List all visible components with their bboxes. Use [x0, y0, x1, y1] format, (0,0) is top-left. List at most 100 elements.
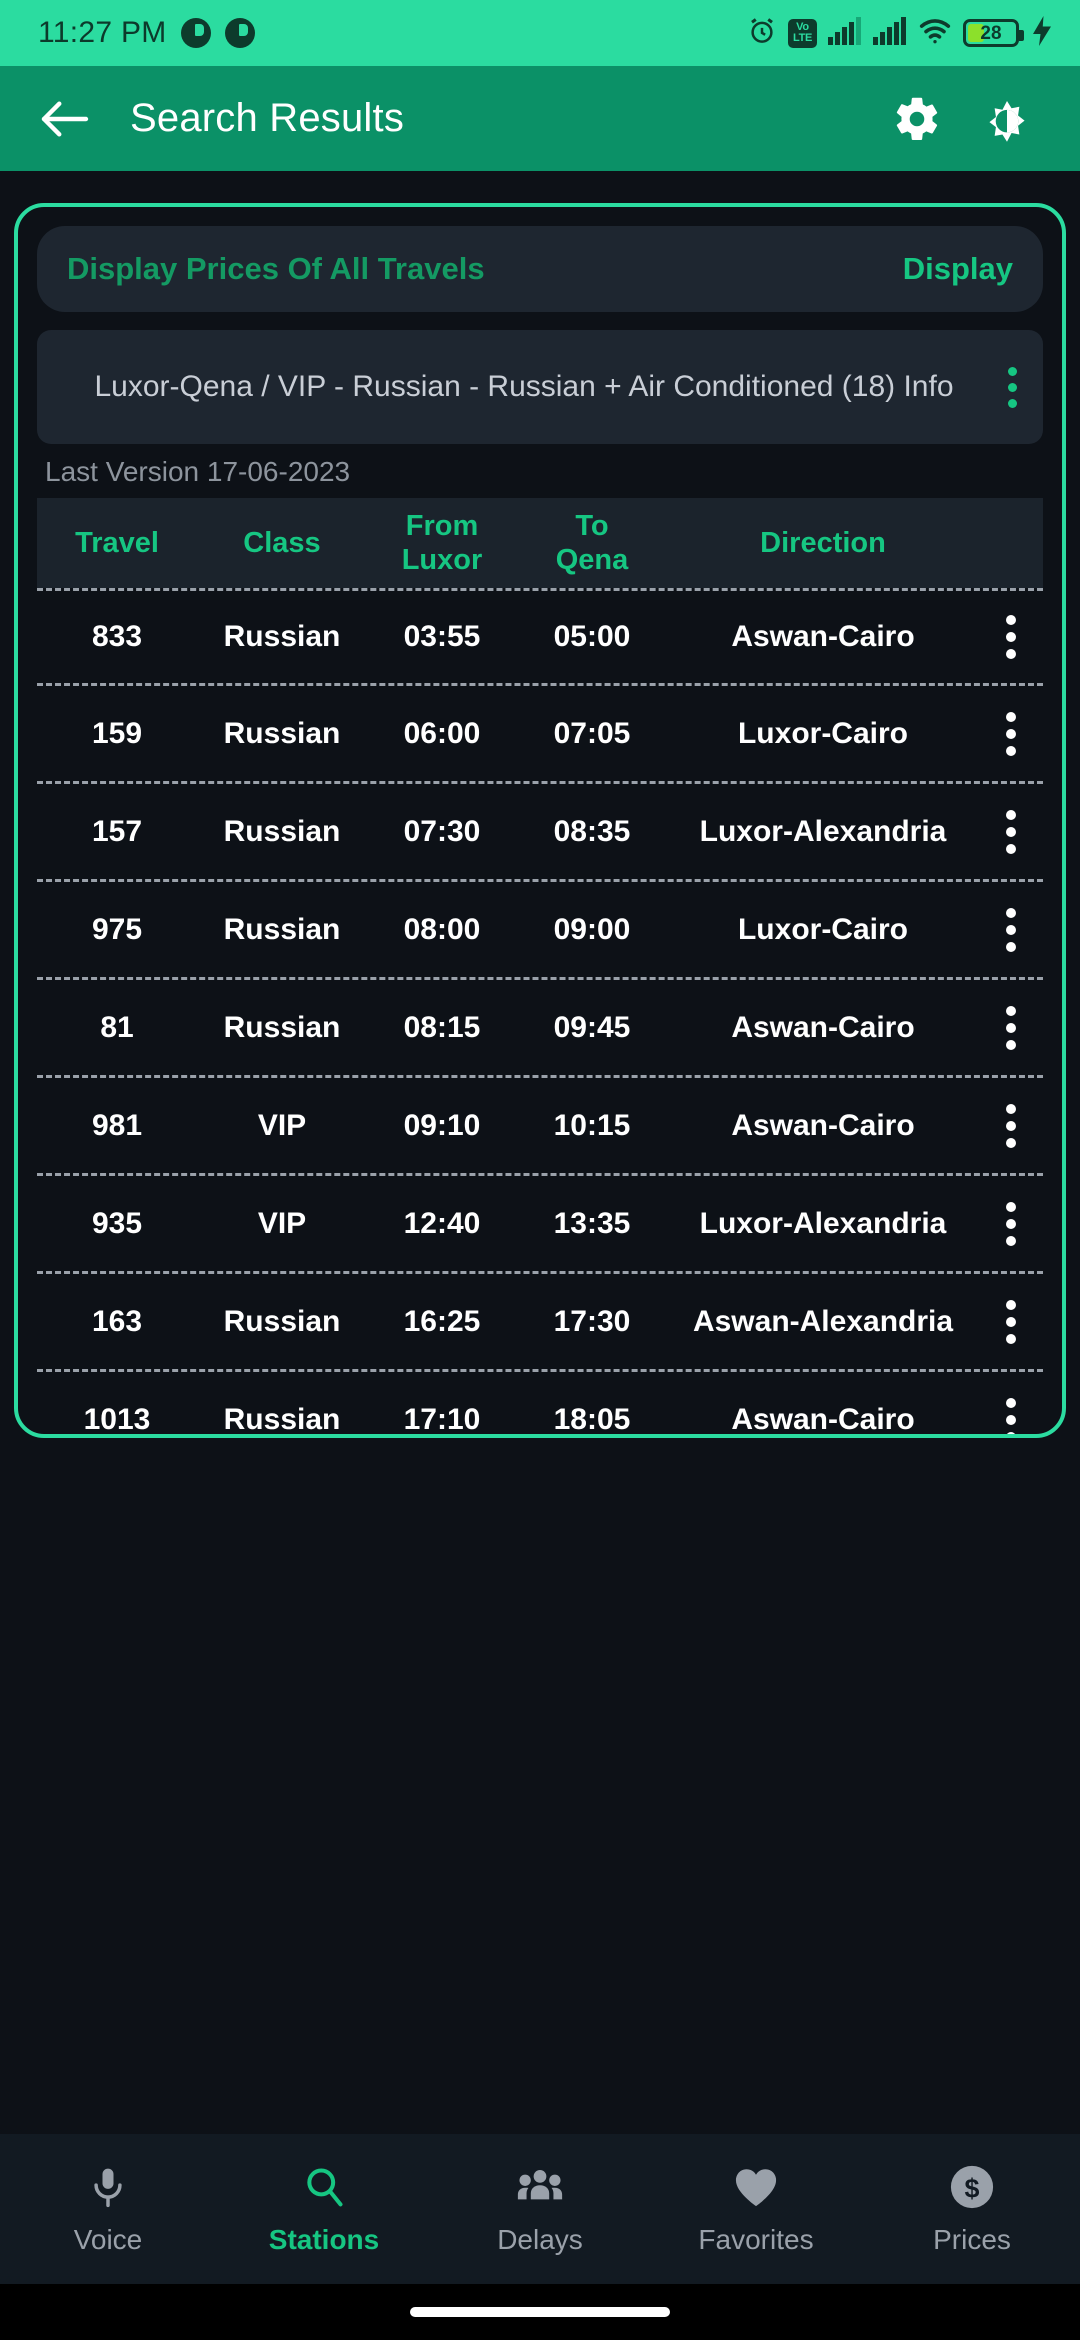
cell-to: 08:35	[553, 814, 631, 848]
column-header-class: Class	[243, 527, 321, 559]
table-row[interactable]: 833 Russian 03:55 05:00 Aswan-Cairo	[37, 588, 1043, 686]
nav-label: Voice	[73, 2224, 143, 2255]
cell-direction: Luxor-Alexandria	[699, 1206, 947, 1240]
row-more-vert-icon[interactable]	[979, 809, 1043, 854]
last-version-label: Last Version 17-06-2023	[45, 456, 351, 487]
row-more-vert-icon[interactable]	[979, 615, 1043, 659]
nav-item-voice[interactable]: Voice	[0, 2162, 216, 2256]
brightness-contrast-icon[interactable]	[974, 86, 1040, 152]
cell-class: Russian	[223, 620, 341, 653]
cell-from: 09:10	[403, 1108, 481, 1142]
cell-to: 10:15	[553, 1108, 631, 1142]
cell-travel: 1013	[83, 1402, 151, 1436]
table-row[interactable]: 163 Russian 16:25 17:30 Aswan-Alexandria	[37, 1274, 1043, 1372]
battery-icon: 28	[963, 19, 1024, 47]
status-bar-right: Vo LTE 28	[747, 15, 1054, 51]
signal-bars-icon	[828, 16, 862, 50]
row-more-vert-icon[interactable]	[979, 1299, 1043, 1344]
column-header-from-line2: Luxor	[401, 544, 483, 576]
microphone-icon	[86, 2162, 130, 2212]
table-row[interactable]: 1013 Russian 17:10 18:05 Aswan-Cairo	[37, 1372, 1043, 1436]
route-info-text: Luxor-Qena / VIP - Russian - Russian + A…	[94, 370, 954, 403]
table-row[interactable]: 157 Russian 07:30 08:35 Luxor-Alexandria	[37, 784, 1043, 882]
cell-class: Russian	[223, 814, 341, 848]
alarm-icon	[747, 16, 777, 51]
cell-travel: 157	[91, 814, 143, 848]
cell-direction: Aswan-Cairo	[731, 1010, 915, 1044]
row-more-vert-icon[interactable]	[979, 711, 1043, 756]
svg-text:$: $	[965, 2174, 980, 2204]
volte-icon: Vo LTE	[788, 18, 817, 48]
cell-from: 16:25	[403, 1304, 481, 1338]
column-header-to-line1: To	[575, 510, 609, 542]
cell-class: Russian	[223, 912, 341, 946]
cell-travel: 163	[91, 1304, 143, 1338]
row-more-vert-icon[interactable]	[979, 1005, 1043, 1050]
cell-travel: 81	[100, 1010, 134, 1044]
nav-label: Favorites	[698, 2224, 814, 2255]
cell-to: 09:00	[553, 912, 631, 946]
row-more-vert-icon[interactable]	[979, 1103, 1043, 1148]
moon-circle-icon	[224, 18, 255, 48]
cell-direction: Luxor-Cairo	[737, 912, 908, 946]
column-header-from-line1: From	[405, 510, 479, 542]
cell-travel: 159	[91, 716, 143, 750]
cell-travel: 975	[91, 912, 143, 946]
column-header-to-line2: Qena	[555, 544, 629, 576]
cell-direction: Aswan-Cairo	[731, 1108, 915, 1142]
cell-direction: Aswan-Cairo	[731, 620, 915, 653]
cell-from: 17:10	[403, 1402, 481, 1436]
column-header-to: To Qena	[517, 509, 667, 577]
display-prices-bar[interactable]: Display Prices Of All Travels Display	[37, 226, 1043, 312]
more-vert-icon[interactable]	[993, 366, 1037, 408]
table-header-row: Travel Class From Luxor To Qena Directio…	[37, 498, 1043, 588]
bottom-navigation: Voice Stations Delays Favorites $ Prices	[0, 2134, 1080, 2284]
results-panel: Display Prices Of All Travels Display Lu…	[14, 203, 1066, 1438]
cell-to: 13:35	[553, 1206, 631, 1240]
row-more-vert-icon[interactable]	[979, 907, 1043, 952]
cell-to: 09:45	[553, 1010, 631, 1044]
heart-icon	[733, 2162, 779, 2212]
page-title: Search Results	[130, 96, 405, 140]
nav-item-prices[interactable]: $ Prices	[864, 2162, 1080, 2256]
cell-to: 17:30	[553, 1304, 631, 1338]
home-indicator[interactable]	[410, 2307, 670, 2317]
table-row[interactable]: 975 Russian 08:00 09:00 Luxor-Cairo	[37, 882, 1043, 980]
cell-class: VIP	[257, 1206, 307, 1240]
cell-class: VIP	[257, 1108, 307, 1142]
cell-class: Russian	[223, 716, 341, 750]
cell-from: 03:55	[403, 620, 481, 653]
display-button[interactable]: Display	[903, 251, 1013, 287]
gesture-navigation-area	[0, 2284, 1080, 2340]
nav-item-delays[interactable]: Delays	[432, 2162, 648, 2256]
battery-level: 28	[980, 22, 1002, 44]
cell-class: Russian	[223, 1010, 341, 1044]
back-arrow-icon[interactable]	[34, 88, 96, 150]
wifi-icon	[918, 17, 952, 50]
table-row[interactable]: 81 Russian 08:15 09:45 Aswan-Cairo	[37, 980, 1043, 1078]
table-row[interactable]: 159 Russian 06:00 07:05 Luxor-Cairo	[37, 686, 1043, 784]
cell-direction: Luxor-Cairo	[737, 716, 908, 750]
row-more-vert-icon[interactable]	[979, 1201, 1043, 1246]
table-row[interactable]: 935 VIP 12:40 13:35 Luxor-Alexandria	[37, 1176, 1043, 1274]
cell-to: 18:05	[553, 1402, 631, 1436]
gear-icon[interactable]	[884, 86, 950, 152]
cell-travel: 935	[91, 1206, 143, 1240]
cell-travel: 981	[91, 1108, 143, 1142]
column-header-direction: Direction	[760, 527, 886, 559]
cell-to: 05:00	[553, 620, 631, 653]
nav-item-stations[interactable]: Stations	[216, 2162, 432, 2256]
route-info-card[interactable]: Luxor-Qena / VIP - Russian - Russian + A…	[37, 330, 1043, 444]
nav-label: Delays	[497, 2224, 583, 2255]
nav-item-favorites[interactable]: Favorites	[648, 2162, 864, 2256]
search-icon	[302, 2162, 346, 2212]
nav-label: Prices	[933, 2224, 1011, 2255]
dollar-circle-icon: $	[949, 2162, 995, 2212]
table-row[interactable]: 981 VIP 09:10 10:15 Aswan-Cairo	[37, 1078, 1043, 1176]
cell-direction: Luxor-Alexandria	[699, 814, 947, 848]
row-more-vert-icon[interactable]	[979, 1397, 1043, 1434]
cell-direction: Aswan-Alexandria	[692, 1304, 954, 1338]
app-bar: Search Results	[0, 66, 1080, 171]
cell-class: Russian	[223, 1304, 341, 1338]
people-group-icon	[517, 2162, 563, 2212]
